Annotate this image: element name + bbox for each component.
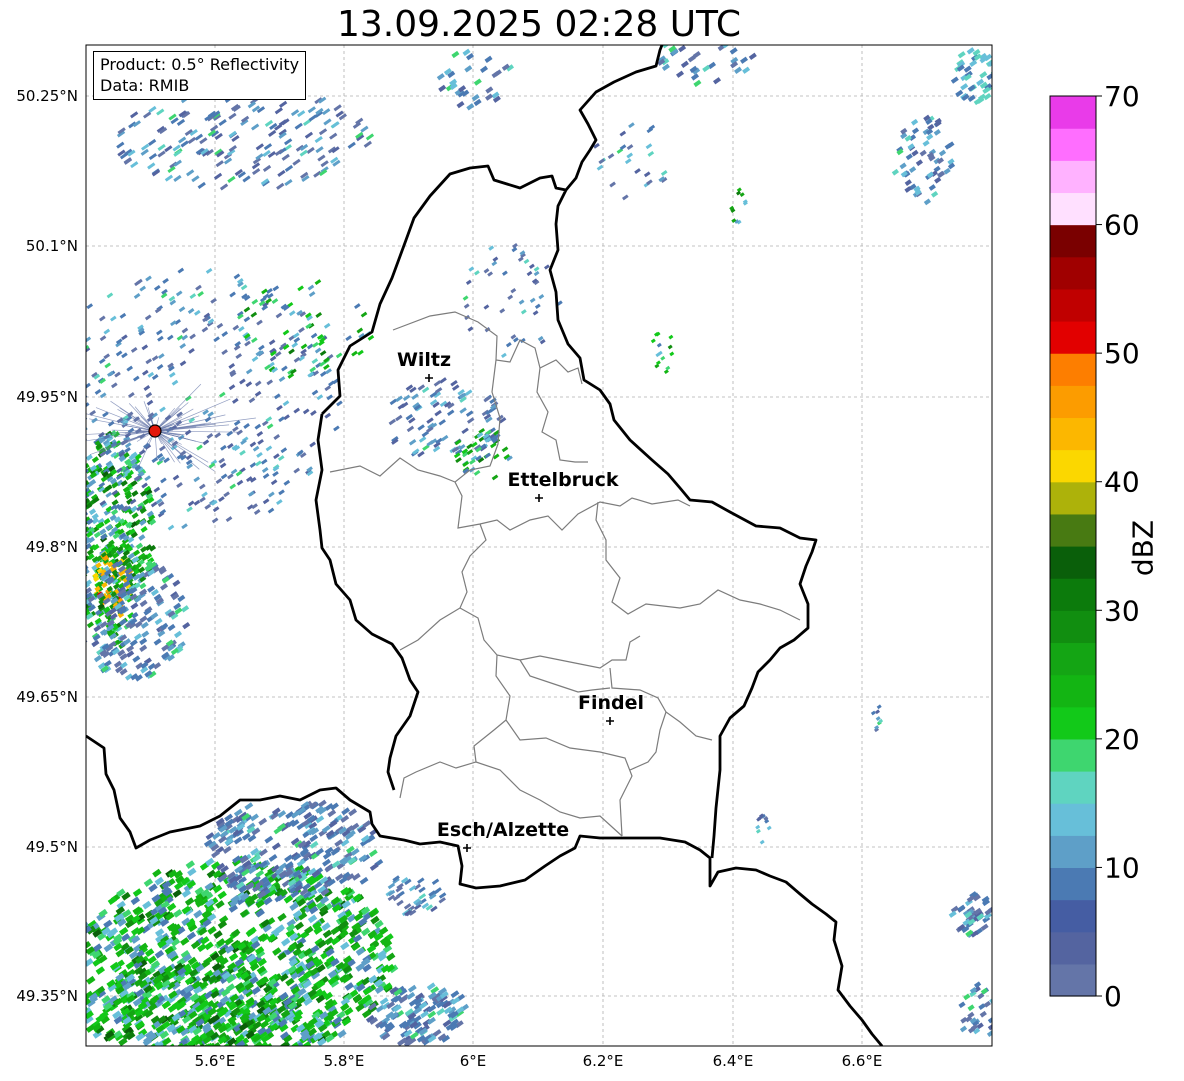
colorbar-segment xyxy=(1050,288,1096,322)
colorbar-segment xyxy=(1050,642,1096,676)
radar-site-marker xyxy=(148,424,162,438)
lon-tick-label: 6.6°E xyxy=(842,1052,883,1070)
lat-tick-label: 49.95°N xyxy=(16,388,78,406)
colorbar-segment xyxy=(1050,256,1096,290)
colorbar-segment xyxy=(1050,835,1096,869)
colorbar-segment xyxy=(1050,610,1096,644)
colorbar-tick-label: 50 xyxy=(1104,337,1140,370)
colorbar-segment xyxy=(1050,899,1096,933)
lat-tick-label: 50.1°N xyxy=(26,237,78,255)
colorbar-tick-label: 20 xyxy=(1104,723,1140,756)
city-label-wiltz: Wiltz xyxy=(396,349,452,371)
colorbar-tick-label: 30 xyxy=(1104,594,1140,627)
colorbar-tick-label: 60 xyxy=(1104,209,1140,242)
colorbar-segment xyxy=(1050,385,1096,419)
lon-tick-label: 6.2°E xyxy=(583,1052,624,1070)
colorbar-segment xyxy=(1050,224,1096,258)
city-label-findel: Findel xyxy=(577,692,645,714)
city-label-ettelbruck: Ettelbruck xyxy=(507,469,619,491)
colorbar-unit-label: dBZ xyxy=(1126,519,1160,577)
colorbar-segment xyxy=(1050,513,1096,547)
colorbar-segment xyxy=(1050,417,1096,451)
lat-tick-label: 49.8°N xyxy=(26,538,78,556)
colorbar-segment xyxy=(1050,771,1096,804)
colorbar-segment xyxy=(1050,481,1096,515)
colorbar-tick-label: 10 xyxy=(1104,851,1140,884)
lat-tick-label: 50.25°N xyxy=(16,87,78,105)
colorbar-segment xyxy=(1050,931,1096,965)
city-label-esch-alzette: Esch/Alzette xyxy=(436,819,570,841)
lat-tick-label: 49.65°N xyxy=(16,688,78,706)
radar-map: 50.25°N 50.1°N 49.95°N 49.8°N 49.65°N 49.5°N 4… xyxy=(16,44,1140,1070)
lon-tick-label: 6.4°E xyxy=(713,1052,754,1070)
lat-tick-label: 49.35°N xyxy=(16,987,78,1005)
colorbar-segment xyxy=(1050,96,1096,129)
lon-tick-label: 5.8°E xyxy=(324,1052,365,1070)
colorbar-segment xyxy=(1050,128,1096,161)
colorbar-segment xyxy=(1050,674,1096,708)
colorbar-segment xyxy=(1050,546,1096,579)
colorbar-tick-label: 70 xyxy=(1104,80,1140,113)
colorbar-segment xyxy=(1050,963,1096,997)
data-source-label: Data: RMIB xyxy=(100,76,190,95)
colorbar-segment xyxy=(1050,738,1096,772)
colorbar-segment xyxy=(1050,867,1096,901)
colorbar-segment xyxy=(1050,353,1096,386)
colorbar-tick-label: 0 xyxy=(1104,980,1122,1013)
lon-tick-label: 5.6°E xyxy=(195,1052,236,1070)
product-info-box: Product: 0.5° Reflectivity Data: RMIB xyxy=(93,51,307,100)
colorbar-segment xyxy=(1050,578,1096,611)
colorbar-segment xyxy=(1050,160,1096,194)
colorbar-segment xyxy=(1050,321,1096,354)
colorbar-segment xyxy=(1050,192,1096,226)
lon-tick-label: 6°E xyxy=(460,1052,487,1070)
colorbar-segment xyxy=(1050,706,1096,740)
colorbar-tick-label: 40 xyxy=(1104,466,1140,499)
colorbar-segment xyxy=(1050,449,1096,483)
colorbar-segment xyxy=(1050,803,1096,836)
lat-tick-label: 49.5°N xyxy=(26,838,78,856)
product-label: Product: 0.5° Reflectivity xyxy=(100,55,300,74)
